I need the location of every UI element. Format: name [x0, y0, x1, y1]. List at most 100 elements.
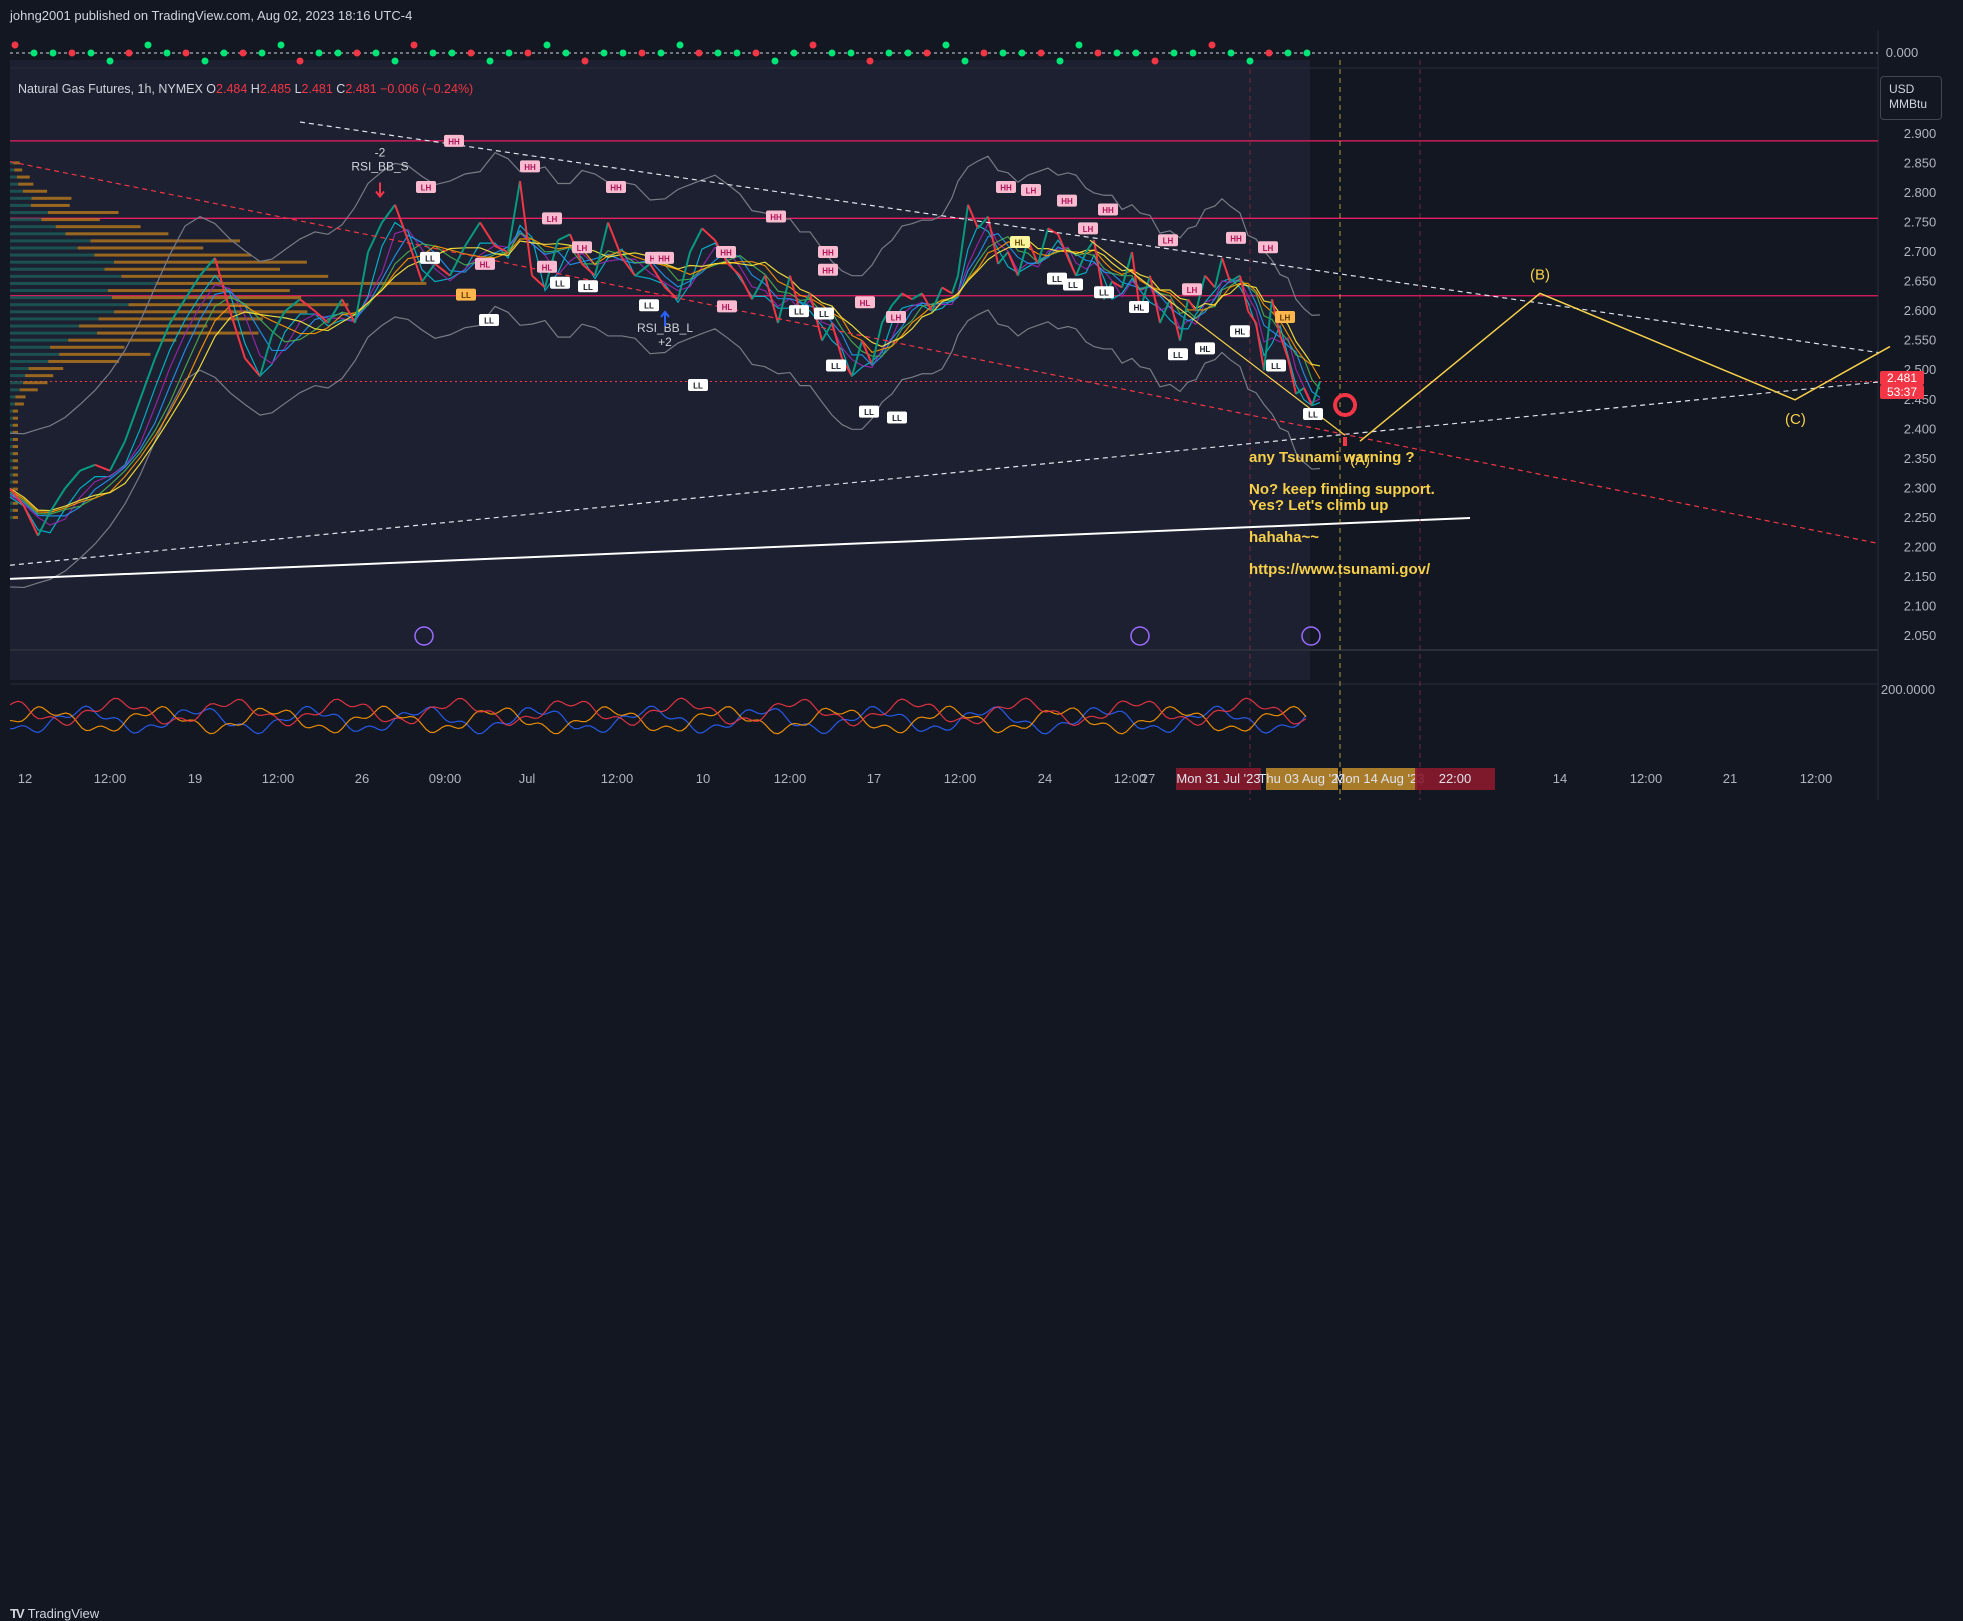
volume-bar	[10, 281, 156, 285]
x-highlight-label: 22:00	[1439, 771, 1472, 786]
volume-bar	[10, 345, 51, 349]
y-tick-label: 2.700	[1904, 244, 1937, 259]
pivot-label: LL	[1068, 281, 1078, 290]
volume-bar	[10, 416, 13, 420]
pivot-label: LH	[1026, 186, 1037, 195]
volume-bar	[121, 274, 329, 278]
signal-dot	[258, 49, 266, 57]
pivot-label: HL	[1235, 328, 1246, 337]
pivot-label: HH	[720, 249, 732, 258]
signal-dot	[752, 49, 760, 57]
signal-dot	[1265, 49, 1273, 57]
volume-bar	[12, 437, 18, 441]
x-tick-label: 12:00	[1800, 771, 1833, 786]
pivot-label: LL	[693, 382, 703, 391]
annotation-text: any Tsunami warning ?	[1249, 449, 1415, 466]
volume-bar	[10, 331, 97, 335]
volume-bar	[12, 445, 18, 449]
tradingview-logo[interactable]: TV TradingView	[10, 1606, 99, 1621]
signal-dot	[1056, 57, 1064, 65]
x-tick-label: 19	[188, 771, 202, 786]
signal-dot	[695, 49, 703, 57]
pivot-label: HL	[480, 260, 491, 269]
unit-label: MMBtu	[1889, 97, 1928, 111]
y-tick-label: 2.600	[1904, 303, 1937, 318]
signal-dot	[486, 57, 494, 65]
annotation-text: hahaha~~	[1249, 529, 1319, 546]
pivot-label: HH	[1061, 197, 1073, 206]
volume-bar	[104, 267, 281, 271]
y-tick-label: 2.050	[1904, 628, 1937, 643]
signal-dot	[11, 41, 19, 49]
x-tick-label: 09:00	[429, 771, 462, 786]
pivot-label: HH	[448, 137, 460, 146]
volume-bar	[31, 196, 72, 200]
pivot-label: HL	[542, 263, 553, 272]
signal-dot	[106, 57, 114, 65]
volume-bar	[10, 175, 17, 179]
signal-dot	[619, 49, 627, 57]
pivot-label: LL	[484, 316, 494, 325]
volume-bar	[10, 395, 16, 399]
volume-bar	[12, 508, 18, 512]
currency-unit-button[interactable]: USD MMBtu	[1880, 76, 1942, 120]
signal-dot	[657, 49, 665, 57]
tradingview-logo-icon: TV	[10, 1606, 25, 1621]
x-tick-label: 26	[355, 771, 369, 786]
signal-dot	[638, 49, 646, 57]
signal-label: +2	[658, 335, 672, 349]
signal-dot	[999, 49, 1007, 57]
volume-bar	[10, 437, 13, 441]
volume-bar	[10, 374, 26, 378]
volume-bar	[10, 381, 24, 385]
signal-dot	[163, 49, 171, 57]
signal-dot	[885, 49, 893, 57]
bar-countdown: 53:37	[1880, 385, 1924, 399]
pivot-label: LH	[1280, 314, 1291, 323]
high-label: H	[250, 82, 260, 96]
volume-bar	[10, 452, 13, 456]
x-tick-label: 12:00	[262, 771, 295, 786]
volume-bar	[15, 395, 26, 399]
volume-bar	[10, 324, 80, 328]
volume-bar	[50, 345, 125, 349]
price-chart[interactable]: 2.900 2.850 2.800 2.750 2.700 2.650 2.600 2.550…	[0, 30, 1963, 800]
pivot-label: LL	[1099, 289, 1109, 298]
volume-bar	[14, 402, 24, 406]
volume-bar	[10, 203, 31, 207]
volume-bar	[10, 359, 49, 363]
open-label: O	[206, 82, 217, 96]
close-label: C	[336, 82, 346, 96]
volume-bar	[10, 310, 115, 314]
signal-dot	[277, 41, 285, 49]
volume-bar	[10, 402, 15, 406]
pivot-label: HL	[1200, 345, 1211, 354]
volume-bar	[10, 388, 20, 392]
pivot-label: LH	[891, 314, 902, 323]
volume-bar	[10, 274, 122, 278]
pivot-label: LH	[577, 244, 588, 253]
volume-bar	[10, 239, 91, 243]
signal-dot	[1132, 49, 1140, 57]
open-value: 2.484	[216, 82, 248, 96]
volume-bar	[107, 289, 290, 293]
signal-dot	[372, 49, 380, 57]
x-tick-label: 10	[696, 771, 710, 786]
volume-bar	[59, 352, 151, 356]
signal-dot	[1037, 49, 1045, 57]
signal-dot	[220, 49, 228, 57]
signal-dot	[467, 49, 475, 57]
pivot-label: HH	[822, 249, 834, 258]
volume-bar	[10, 225, 56, 229]
signal-dot	[1208, 41, 1216, 49]
y-tick-label: 2.250	[1904, 510, 1937, 525]
pivot-label: LL	[1052, 275, 1062, 284]
volume-bar	[10, 253, 95, 257]
volume-bar	[10, 352, 60, 356]
signal-dot	[809, 41, 817, 49]
publish-info: johng2001 published on TradingView.com, …	[10, 8, 413, 23]
x-tick-label: 12:00	[944, 771, 977, 786]
change-value: −0.006 (−0.24%)	[380, 82, 474, 96]
volume-bar	[10, 459, 13, 463]
signal-dot	[87, 49, 95, 57]
